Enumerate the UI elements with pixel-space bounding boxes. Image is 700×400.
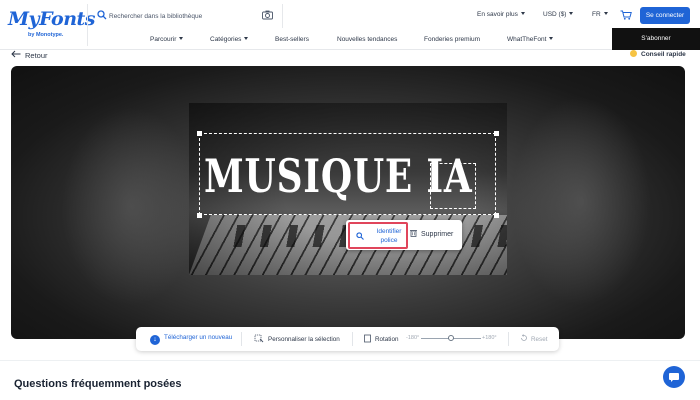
menu-item-whatthefont[interactable]: WhatTheFont: [507, 36, 554, 43]
camera-icon[interactable]: [262, 10, 273, 20]
back-label: Retour: [25, 51, 48, 60]
resize-handle-top-right[interactable]: [494, 131, 499, 136]
login-button[interactable]: Se connecter: [640, 7, 690, 24]
toolbar-divider: [508, 332, 509, 346]
customize-selection-button[interactable]: Personnaliser la sélection: [254, 334, 340, 343]
background-blur: [61, 106, 201, 306]
menu-label: WhatTheFont: [507, 36, 547, 43]
rotate-icon: [364, 334, 371, 343]
search-icon: [97, 10, 107, 20]
chevron-down-icon: [603, 12, 608, 15]
chat-icon: [669, 373, 679, 382]
site-header: MyFonts by Monotype. En savoir plus USD …: [0, 0, 700, 50]
menu-label: Catégories: [210, 36, 242, 43]
logo-tagline: by Monotype.: [28, 32, 64, 38]
menu-label: Parcourir: [150, 36, 177, 43]
rotation-control: Rotation: [363, 334, 398, 343]
rotation-max-label: +180°: [482, 335, 497, 341]
myfonts-logo[interactable]: MyFonts by Monotype.: [8, 8, 95, 44]
customize-selection-label: Personnaliser la sélection: [268, 336, 340, 343]
image-toolbar: ↓ Télécharger un nouveau Personnaliser la…: [136, 327, 559, 351]
quick-tip[interactable]: Conseil rapide: [630, 50, 686, 58]
chevron-down-icon: [179, 37, 184, 40]
delete-label: Supprimer: [421, 231, 454, 238]
magnifier-icon: [356, 232, 364, 240]
chevron-down-icon: [520, 12, 525, 15]
resize-handle-bottom-left[interactable]: [197, 213, 202, 218]
identify-font-button[interactable]: Identifier police: [348, 222, 408, 249]
toolbar-divider: [241, 332, 242, 346]
search-input[interactable]: [109, 8, 259, 24]
toolbar-divider: [352, 332, 353, 346]
menu-item-new-trends[interactable]: Nouvelles tendances: [337, 36, 397, 43]
currency-label: USD ($): [543, 11, 567, 18]
search-bar[interactable]: [95, 6, 280, 26]
learn-more-label: En savoir plus: [477, 11, 518, 18]
selection-popup: Identifier police Supprimer: [346, 220, 462, 250]
chevron-down-icon: [569, 12, 574, 15]
reset-button[interactable]: Reset: [520, 334, 547, 343]
rotation-min-label: -180°: [406, 335, 420, 341]
resize-handle-top-left[interactable]: [197, 131, 202, 136]
chevron-down-icon: [549, 37, 554, 40]
back-link[interactable]: Retour: [11, 50, 48, 60]
quick-tip-label: Conseil rapide: [641, 51, 686, 58]
language-label: FR: [592, 11, 601, 18]
header-divider: [87, 4, 88, 46]
background-blur: [511, 96, 651, 306]
crop-icon: [254, 334, 264, 343]
upload-new-label: Télécharger un nouveau: [164, 334, 233, 341]
menu-item-bestsellers[interactable]: Best-sellers: [275, 36, 309, 43]
identify-font-label: Identifier police: [376, 228, 402, 244]
resize-handle-bottom-right[interactable]: [494, 213, 499, 218]
upload-new-button[interactable]: ↓ Télécharger un nouveau: [150, 334, 232, 345]
reset-icon: [521, 334, 527, 341]
cart-icon[interactable]: [620, 10, 632, 20]
section-divider: [0, 360, 700, 361]
currency-dropdown[interactable]: USD ($): [543, 11, 574, 18]
rotation-slider-thumb[interactable]: [448, 335, 454, 341]
chat-button[interactable]: [663, 366, 685, 388]
faq-heading: Questions fréquemment posées: [14, 378, 182, 390]
trash-icon: [410, 230, 417, 237]
delete-button[interactable]: Supprimer: [410, 229, 453, 238]
back-arrow-icon: [11, 50, 21, 58]
upload-icon: ↓: [150, 335, 160, 345]
rotation-label: Rotation: [375, 336, 399, 343]
search-divider: [282, 4, 283, 28]
reset-label: Reset: [531, 336, 548, 343]
menu-item-premium-foundries[interactable]: Fonderies premium: [424, 36, 480, 43]
language-dropdown[interactable]: FR: [592, 11, 608, 18]
detected-text-box[interactable]: [430, 163, 476, 209]
learn-more-dropdown[interactable]: En savoir plus: [477, 11, 525, 18]
subscribe-button[interactable]: S'abonner: [612, 28, 700, 50]
lightbulb-icon: [630, 50, 637, 57]
menu-item-categories[interactable]: Catégories: [210, 36, 249, 43]
logo-wordmark: MyFonts: [8, 8, 95, 30]
menu-item-browse[interactable]: Parcourir: [150, 36, 184, 43]
chevron-down-icon: [244, 37, 249, 40]
